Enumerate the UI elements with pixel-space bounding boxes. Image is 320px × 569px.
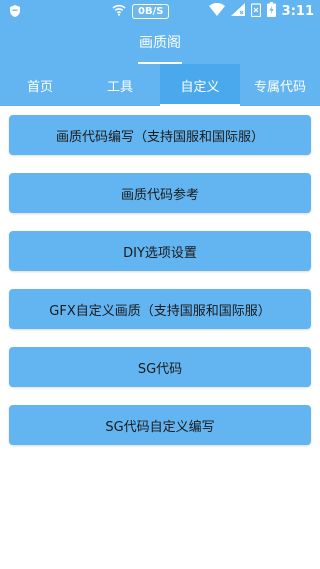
menu-item-quality-code-reference[interactable]: 画质代码参考 <box>9 173 311 213</box>
signal-icon <box>230 3 245 19</box>
menu-item-quality-code-editor[interactable]: 画质代码编写（支持国服和国际服） <box>9 115 311 155</box>
shield-icon <box>8 4 22 18</box>
menu-list: 画质代码编写（支持国服和国际服） 画质代码参考 DIY选项设置 GFX自定义画质… <box>9 115 311 463</box>
net-speed-indicator: 0B/S <box>132 3 170 19</box>
battery-icon <box>266 2 276 20</box>
app-bar: 画质阁 <box>0 22 320 64</box>
wifi-icon <box>112 4 126 19</box>
clock: 3:11 <box>281 3 314 19</box>
menu-item-diy-options[interactable]: DIY选项设置 <box>9 231 311 271</box>
tab-custom[interactable]: 自定义 <box>160 64 240 106</box>
wifi-signal-icon <box>208 2 225 19</box>
page-title: 画质阁 <box>139 35 181 51</box>
tab-bar: 首页 工具 自定义 专属代码 <box>0 64 320 106</box>
menu-item-sg-code[interactable]: SG代码 <box>9 347 311 387</box>
tab-tools[interactable]: 工具 <box>80 64 160 106</box>
menu-item-gfx-custom-quality[interactable]: GFX自定义画质（支持国服和国际服） <box>9 289 311 329</box>
menu-item-sg-code-custom-editor[interactable]: SG代码自定义编写 <box>9 405 311 445</box>
no-sim-icon <box>250 2 261 20</box>
tab-exclusive-code[interactable]: 专属代码 <box>240 64 320 106</box>
status-bar: 0B/S 3:11 <box>0 0 320 22</box>
tab-home[interactable]: 首页 <box>0 64 80 106</box>
